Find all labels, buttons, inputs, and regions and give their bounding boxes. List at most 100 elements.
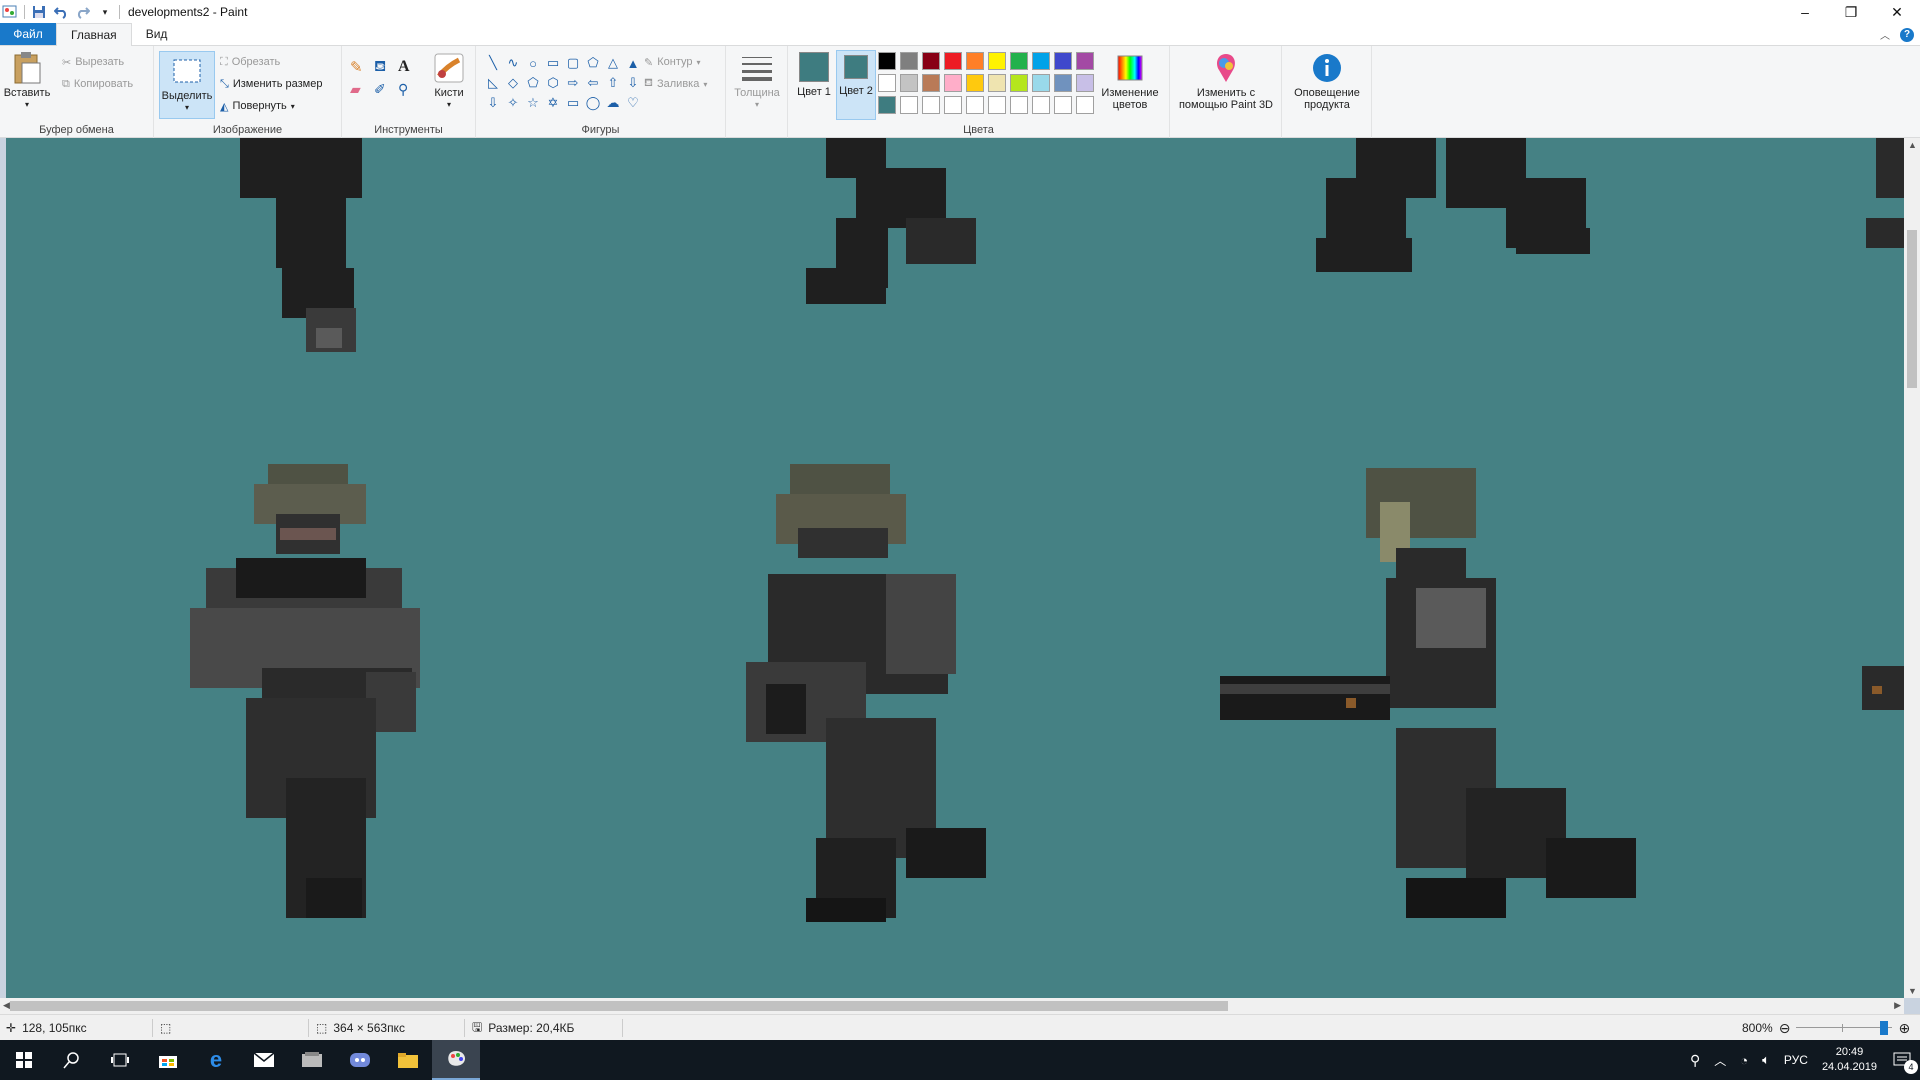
palette-color[interactable] bbox=[1010, 96, 1028, 114]
color2-button[interactable]: Цвет 2 bbox=[836, 50, 876, 120]
pencil-icon[interactable]: ✎ bbox=[350, 58, 372, 77]
shape-item[interactable]: ⬠ bbox=[584, 54, 602, 72]
palette-color[interactable] bbox=[1032, 52, 1050, 70]
resize-button[interactable]: ⤡ Изменить размер bbox=[220, 74, 322, 94]
shape-item[interactable]: ☆ bbox=[524, 94, 542, 112]
scroll-up-icon[interactable]: ▲ bbox=[1908, 140, 1917, 150]
fill-button[interactable]: ⛾ Заливка ▾ bbox=[644, 74, 707, 94]
volume-icon[interactable]: 🔈︎ bbox=[1755, 1052, 1777, 1068]
palette-color[interactable] bbox=[988, 74, 1006, 92]
help-icon[interactable]: ? bbox=[1900, 27, 1914, 42]
undo-icon[interactable] bbox=[53, 4, 69, 20]
minimize-button[interactable]: – bbox=[1782, 0, 1828, 24]
zoom-out-icon[interactable]: ⊖ bbox=[1779, 1020, 1791, 1037]
palette-color[interactable] bbox=[922, 52, 940, 70]
color1-button[interactable]: Цвет 1 bbox=[794, 52, 834, 116]
tab-home[interactable]: Главная bbox=[56, 23, 132, 46]
tab-file[interactable]: Файл bbox=[0, 23, 56, 45]
scroll-left-icon[interactable]: ◀ bbox=[3, 1000, 10, 1011]
app-icon[interactable] bbox=[288, 1040, 336, 1080]
fill-bucket-icon[interactable]: ⛾ bbox=[374, 58, 396, 77]
shape-item[interactable]: ◇ bbox=[504, 74, 522, 92]
palette-color[interactable] bbox=[1076, 52, 1094, 70]
scroll-right-icon[interactable]: ▶ bbox=[1894, 1000, 1901, 1011]
show-hidden-icons-icon[interactable]: ︿ bbox=[1707, 1052, 1733, 1069]
zoom-slider-thumb[interactable] bbox=[1880, 1021, 1889, 1035]
shape-item[interactable]: ⬡ bbox=[544, 74, 562, 92]
shape-item[interactable]: ⇨ bbox=[564, 74, 582, 92]
palette-color[interactable] bbox=[1076, 96, 1094, 114]
palette-color[interactable] bbox=[878, 74, 896, 92]
file-explorer-icon[interactable] bbox=[384, 1040, 432, 1080]
paint-taskbar-icon[interactable] bbox=[432, 1040, 480, 1080]
magnifier-icon[interactable]: ⚲ bbox=[398, 81, 420, 98]
palette-color[interactable] bbox=[944, 74, 962, 92]
collapse-ribbon-icon[interactable]: ︿ bbox=[1880, 27, 1890, 42]
palette-color[interactable] bbox=[878, 96, 896, 114]
palette-color[interactable] bbox=[900, 74, 918, 92]
search-icon[interactable] bbox=[48, 1040, 96, 1080]
palette-color[interactable] bbox=[1010, 52, 1028, 70]
size-button[interactable]: Толщина ▾ bbox=[734, 52, 780, 111]
shape-item[interactable]: ⬠ bbox=[524, 74, 542, 92]
vertical-scroll-thumb[interactable] bbox=[1907, 230, 1917, 388]
zoom-in-icon[interactable]: ⊕ bbox=[1898, 1020, 1910, 1037]
tab-view[interactable]: Вид bbox=[132, 23, 182, 45]
crop-button[interactable]: ⛶ Обрезать bbox=[220, 52, 280, 72]
palette-color[interactable] bbox=[1032, 74, 1050, 92]
palette-color[interactable] bbox=[988, 96, 1006, 114]
palette-color[interactable] bbox=[944, 52, 962, 70]
redo-icon[interactable] bbox=[75, 4, 91, 20]
palette-color[interactable] bbox=[900, 52, 918, 70]
shape-item[interactable]: ▲ bbox=[624, 54, 642, 72]
shape-item[interactable]: ▭ bbox=[564, 94, 582, 112]
shape-item[interactable]: ○ bbox=[524, 54, 542, 72]
store-icon[interactable] bbox=[144, 1040, 192, 1080]
shape-item[interactable]: ✡ bbox=[544, 94, 562, 112]
color-picker-icon[interactable]: ✐ bbox=[374, 81, 396, 98]
palette-color[interactable] bbox=[1010, 74, 1028, 92]
scroll-down-icon[interactable]: ▼ bbox=[1908, 986, 1917, 996]
clock[interactable]: 20:49 24.04.2019 bbox=[1815, 1045, 1884, 1075]
cut-button[interactable]: ✂ Вырезать bbox=[62, 52, 124, 72]
paint-app-icon[interactable] bbox=[2, 4, 18, 20]
palette-color[interactable] bbox=[944, 96, 962, 114]
palette-color[interactable] bbox=[922, 96, 940, 114]
palette-color[interactable] bbox=[966, 52, 984, 70]
mail-icon[interactable] bbox=[240, 1040, 288, 1080]
outline-button[interactable]: ✎ Контур ▾ bbox=[644, 52, 701, 72]
restore-button[interactable]: ❐ bbox=[1828, 0, 1874, 24]
palette-color[interactable] bbox=[1076, 74, 1094, 92]
shape-item[interactable]: ⇦ bbox=[584, 74, 602, 92]
shape-item[interactable]: ⇩ bbox=[624, 74, 642, 92]
paint3d-button[interactable]: Изменить с помощью Paint 3D bbox=[1174, 52, 1278, 111]
network-icon[interactable]: ◔ bbox=[1733, 1053, 1755, 1068]
shape-item[interactable]: ◯ bbox=[584, 94, 602, 112]
customize-qat-icon[interactable]: ▾ bbox=[97, 4, 113, 20]
text-icon[interactable]: A bbox=[398, 58, 420, 77]
rotate-button[interactable]: ◭ Повернуть ▾ bbox=[220, 96, 295, 116]
horizontal-scroll-thumb[interactable] bbox=[10, 1001, 1228, 1011]
vertical-scrollbar[interactable]: ▲ ▼ bbox=[1904, 138, 1920, 998]
people-icon[interactable]: ⚲ bbox=[1683, 1052, 1707, 1069]
eraser-icon[interactable]: ▰ bbox=[350, 81, 372, 98]
shape-item[interactable]: ✧ bbox=[504, 94, 522, 112]
palette-color[interactable] bbox=[966, 96, 984, 114]
shape-item[interactable]: ▭ bbox=[544, 54, 562, 72]
shape-item[interactable]: ⇧ bbox=[604, 74, 622, 92]
close-button[interactable]: ✕ bbox=[1874, 0, 1920, 24]
shape-item[interactable]: ∿ bbox=[504, 54, 522, 72]
edit-colors-button[interactable]: Изменение цветов bbox=[1098, 52, 1162, 111]
palette-color[interactable] bbox=[966, 74, 984, 92]
copy-button[interactable]: ⧉ Копировать bbox=[62, 74, 133, 94]
drawing-canvas[interactable] bbox=[6, 138, 1904, 998]
edge-browser-icon[interactable]: e bbox=[192, 1040, 240, 1080]
palette-color[interactable] bbox=[1054, 96, 1072, 114]
shape-item[interactable]: ☁ bbox=[604, 94, 622, 112]
task-view-icon[interactable] bbox=[96, 1040, 144, 1080]
start-button[interactable] bbox=[0, 1040, 48, 1080]
palette-color[interactable] bbox=[1054, 74, 1072, 92]
zoom-slider[interactable] bbox=[1796, 1021, 1893, 1035]
discord-icon[interactable] bbox=[336, 1040, 384, 1080]
action-center-button[interactable]: 4 bbox=[1884, 1052, 1920, 1074]
